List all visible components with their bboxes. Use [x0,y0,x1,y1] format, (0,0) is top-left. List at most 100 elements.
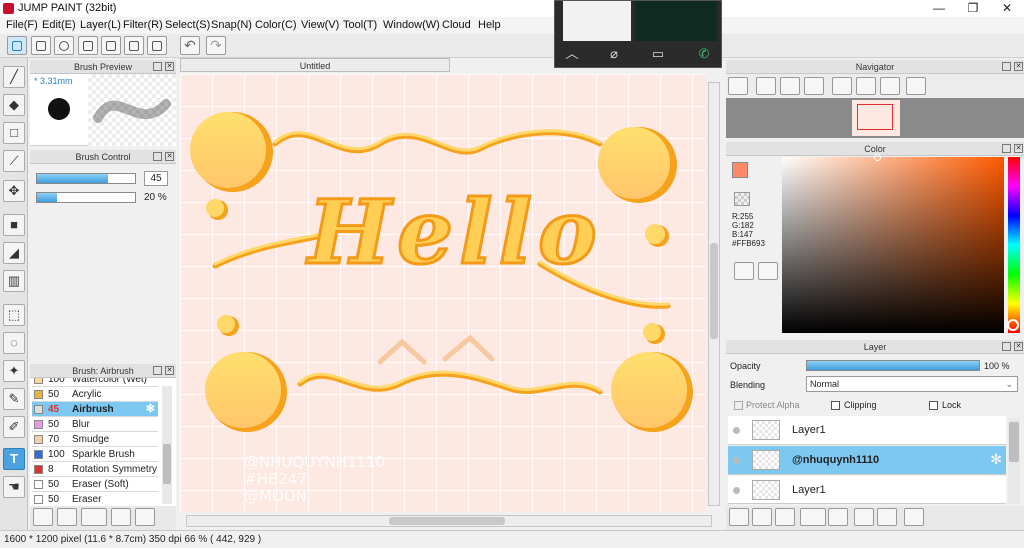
participant-thumbnail[interactable] [635,1,717,41]
undo-icon[interactable]: ↶ [180,36,200,55]
main-color-swatch[interactable] [732,162,748,178]
message-icon[interactable] [78,36,98,55]
drawing-canvas[interactable]: Hello @NHUQUYNH1110 #HB247 @MOON [180,74,706,512]
lock-checkbox[interactable] [929,401,938,410]
fit-window-icon[interactable] [780,77,800,95]
brush-list-scrollbar[interactable] [162,386,172,504]
new-layer-icon[interactable] [729,508,749,526]
clipping-checkbox[interactable] [831,401,840,410]
menu-window[interactable]: Window(W) [383,19,440,31]
close-panel-icon[interactable]: ✕ [1014,62,1023,71]
move-tool-icon[interactable]: ✥ [3,180,25,202]
duplicate-layer-icon[interactable] [854,508,874,526]
hand-tool-icon[interactable]: ☚ [3,476,25,498]
zoom-out-icon[interactable] [804,77,824,95]
close-panel-icon[interactable]: ✕ [1014,144,1023,153]
select-rect-tool-icon[interactable]: ⬚ [3,304,25,326]
float-panel-icon[interactable] [153,366,162,375]
list-item[interactable]: 50 Eraser (Soft) [32,477,158,492]
fill-rect-tool-icon[interactable]: ■ [3,214,25,236]
close-panel-icon[interactable]: ✕ [1014,342,1023,351]
close-panel-icon[interactable]: ✕ [165,152,174,161]
text-tool-icon[interactable]: T [3,448,25,470]
brush-opacity-slider[interactable] [36,192,136,203]
float-panel-icon[interactable] [1002,342,1011,351]
gradient-tool-icon[interactable]: ▥ [3,270,25,292]
gear-icon[interactable]: ✻ [990,451,1002,468]
close-panel-icon[interactable]: ✕ [165,366,174,375]
float-panel-icon[interactable] [1002,144,1011,153]
gear-icon[interactable]: ✻ [146,402,155,417]
brush-size-value[interactable]: 45 [144,171,168,186]
new-layer-1bit-icon[interactable] [775,508,795,526]
zoom-fit-icon[interactable] [728,77,748,95]
color-picker-icon[interactable] [758,262,778,280]
rotate-icon[interactable] [832,77,852,95]
navigator-frame[interactable] [857,104,893,130]
brush-menu-icon[interactable] [81,508,107,526]
folder-icon[interactable] [135,508,155,526]
menu-layer[interactable]: Layer(L) [80,19,121,31]
list-item[interactable]: 50 Blur [32,417,158,432]
menu-color[interactable]: Color(C) [255,19,297,31]
camera-off-icon[interactable]: ▭ [649,45,667,63]
brush-size-slider[interactable] [36,173,136,184]
menu-help[interactable]: Help [478,19,501,31]
select-eraser-tool-icon[interactable]: ✐ [3,416,25,438]
blending-select[interactable]: Normal ⌄ [806,376,1018,392]
scrollbar-thumb[interactable] [710,243,718,339]
cloud-check-icon[interactable] [7,36,27,55]
canvas-vertical-scrollbar[interactable] [708,82,720,506]
chevron-up-icon[interactable]: ︿ [563,45,581,63]
comment-icon[interactable] [54,36,74,55]
visibility-icon[interactable] [733,427,740,434]
menu-snap[interactable]: Snap(N) [211,19,252,31]
rectangle-tool-icon[interactable]: □ [3,122,25,144]
list-item[interactable]: 100 Watercolor (Wet) [32,378,158,387]
flip-icon[interactable] [856,77,876,95]
minimize-button[interactable]: — [922,0,956,17]
menu-file[interactable]: File(F) [6,19,38,31]
saturation-value-picker[interactable] [782,154,1004,333]
visibility-icon[interactable] [733,487,740,494]
canvas-horizontal-scrollbar[interactable] [186,515,712,527]
hue-cursor[interactable] [1007,319,1019,331]
layer-row-selected[interactable]: @nhuquynh1110 ✻ [728,446,1006,475]
select-pen-tool-icon[interactable]: ✎ [3,388,25,410]
participant-thumbnail[interactable] [563,1,631,41]
scrollbar-thumb[interactable] [389,517,505,525]
reset-rotation-icon[interactable] [880,77,900,95]
color-cursor[interactable] [874,154,881,161]
visibility-icon[interactable] [733,457,740,464]
add-layer-menu-icon[interactable] [800,508,826,526]
zoom-in-icon[interactable] [756,77,776,95]
new-layer-8bit-icon[interactable] [752,508,772,526]
list-item[interactable]: 100 Sparkle Brush [32,447,158,462]
menu-view[interactable]: View(V) [301,19,339,31]
float-panel-icon[interactable] [153,152,162,161]
magic-wand-tool-icon[interactable]: ✦ [3,360,25,382]
list-item[interactable]: 8 Rotation Symmetry P [32,462,158,477]
delete-layer-icon[interactable] [904,508,924,526]
line-tool-icon[interactable]: ⟋ [3,150,25,172]
folder-icon[interactable] [828,508,848,526]
document-tab[interactable]: Untitled [180,58,450,72]
close-panel-icon[interactable]: ✕ [165,62,174,71]
palette-icon[interactable] [734,262,754,280]
brush-settings-icon[interactable] [111,508,131,526]
menu-tool[interactable]: Tool(T) [343,19,377,31]
new-brush-icon[interactable] [57,508,77,526]
list-item-selected[interactable]: 45 Airbrush ✻ [32,402,158,417]
layer-row[interactable]: Layer1 [728,416,1006,445]
merge-layer-icon[interactable] [877,508,897,526]
float-panel-icon[interactable] [153,62,162,71]
share-icon[interactable] [31,36,51,55]
float-panel-icon[interactable] [1002,62,1011,71]
menu-edit[interactable]: Edit(E) [42,19,76,31]
layer-opacity-slider[interactable] [806,360,980,371]
page-icon[interactable] [101,36,121,55]
navigator-view[interactable] [726,98,1024,138]
menu-filter[interactable]: Filter(R) [123,19,163,31]
menu-select[interactable]: Select(S) [165,19,210,31]
bucket-tool-icon[interactable]: ◢ [3,242,25,264]
